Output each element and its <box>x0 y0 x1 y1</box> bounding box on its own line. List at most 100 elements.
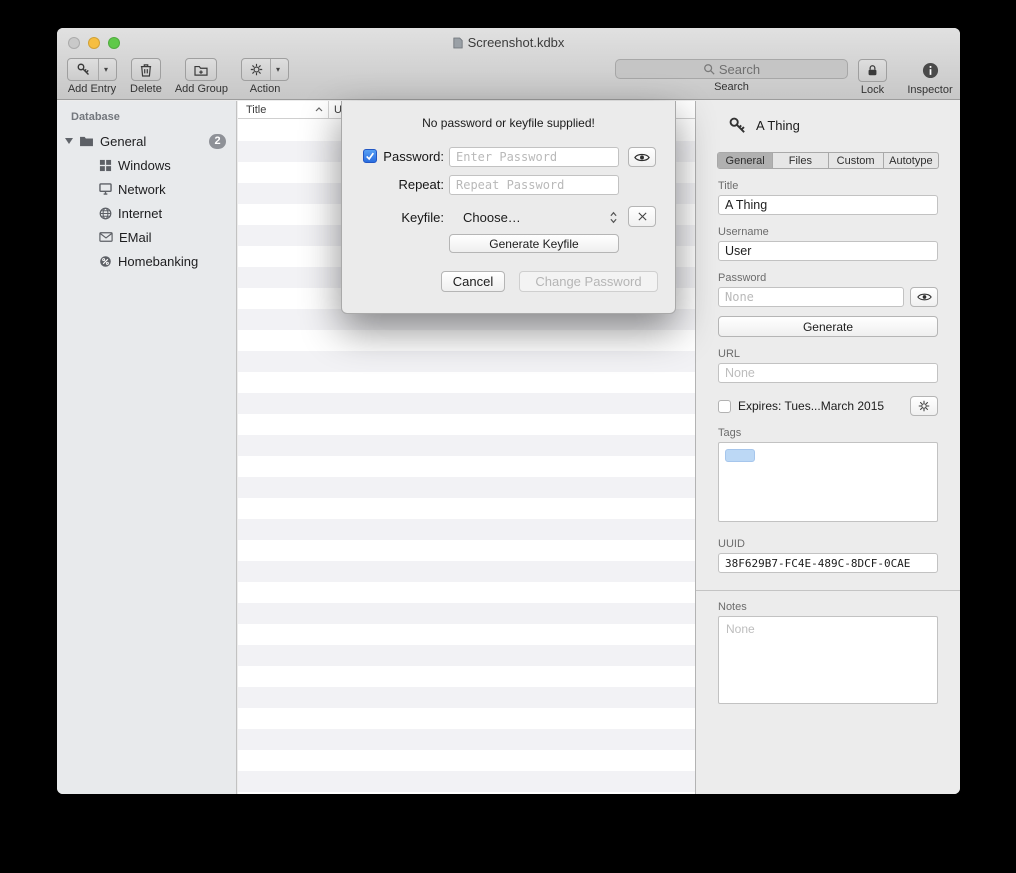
toolbar-search: Search Search <box>615 59 848 93</box>
url-field[interactable] <box>718 363 938 383</box>
sidebar-item-label: General <box>100 134 146 149</box>
username-field[interactable] <box>718 241 938 261</box>
folder-plus-icon <box>194 64 208 76</box>
notes-field[interactable]: None <box>718 616 938 704</box>
disclosure-triangle-icon[interactable] <box>65 138 73 144</box>
tag-chip[interactable] <box>725 449 755 462</box>
sort-ascending-icon <box>315 107 323 112</box>
inspector-panel: A Thing General Files Custom Autotype Ti… <box>695 101 960 794</box>
zoom-button[interactable] <box>108 37 120 49</box>
sidebar-item-label: Homebanking <box>118 254 198 269</box>
toolbar-label: Add Group <box>175 83 228 95</box>
entry-title: A Thing <box>756 118 800 133</box>
sidebar-item-label: Network <box>118 182 166 197</box>
reveal-password-button[interactable] <box>628 147 656 167</box>
document-proxy-icon <box>453 37 463 49</box>
section-divider <box>696 590 960 591</box>
keyfile-popup-value: Choose… <box>463 210 521 225</box>
inspector-toggle-button[interactable] <box>922 59 939 82</box>
sheet-message: No password or keyfile supplied! <box>342 116 675 130</box>
tags-label: Tags <box>718 427 938 439</box>
window-title-area: Screenshot.kdbx <box>453 35 565 50</box>
uuid-label: UUID <box>718 538 938 550</box>
sidebar: Database General 2 Windows <box>57 101 237 794</box>
sidebar-item-label: Windows <box>118 158 171 173</box>
password-field[interactable] <box>718 287 904 307</box>
folder-icon <box>79 135 94 147</box>
minimize-button[interactable] <box>88 37 100 49</box>
x-icon <box>637 211 648 222</box>
toolbar-lock: Lock <box>858 59 887 96</box>
sidebar-item-windows[interactable]: Windows <box>57 153 236 177</box>
toolbar-delete: Delete <box>130 58 162 95</box>
key-icon <box>728 116 747 135</box>
repeat-input[interactable] <box>449 175 619 195</box>
tab-custom[interactable]: Custom <box>828 153 883 168</box>
toolbar-inspector: Inspector <box>902 59 958 96</box>
expires-settings-button[interactable] <box>910 396 938 416</box>
toolbar-add-entry: ▾ Add Entry <box>67 58 117 95</box>
sidebar-item-internet[interactable]: Internet <box>57 201 236 225</box>
search-placeholder: Search <box>719 62 760 77</box>
delete-button[interactable] <box>131 58 161 81</box>
add-group-button[interactable] <box>185 58 217 81</box>
add-entry-button[interactable]: ▾ <box>67 58 117 81</box>
windows-icon <box>99 159 112 172</box>
clear-keyfile-button[interactable] <box>628 206 656 227</box>
url-label: URL <box>718 348 938 360</box>
lock-button[interactable] <box>858 59 887 82</box>
trash-icon <box>140 63 152 77</box>
toolbar-label: Action <box>250 83 281 95</box>
tab-files[interactable]: Files <box>772 153 827 168</box>
titlebar: Screenshot.kdbx <box>57 28 960 57</box>
reveal-password-button[interactable] <box>910 287 938 307</box>
password-input[interactable] <box>449 147 619 167</box>
window-title: Screenshot.kdbx <box>468 35 565 50</box>
toolbar-action: ▾ Action <box>241 58 289 95</box>
padlock-icon <box>867 64 878 77</box>
action-dropdown[interactable]: ▾ <box>270 59 280 80</box>
close-button[interactable] <box>68 37 80 49</box>
notes-label: Notes <box>718 601 938 613</box>
info-circle-icon <box>922 62 939 79</box>
sidebar-item-general[interactable]: General 2 <box>57 129 236 153</box>
eye-icon <box>634 152 650 163</box>
generate-password-button[interactable]: Generate <box>718 316 938 337</box>
expires-row: Expires: Tues...March 2015 <box>718 396 938 416</box>
globe-icon <box>99 207 112 220</box>
action-button[interactable]: ▾ <box>241 58 289 81</box>
column-header-title[interactable]: Title <box>238 101 328 118</box>
key-icon <box>76 62 91 77</box>
tab-autotype[interactable]: Autotype <box>883 153 938 168</box>
sidebar-section-header: Database <box>57 109 236 129</box>
percent-icon <box>99 255 112 268</box>
sidebar-item-email[interactable]: EMail <box>57 225 236 249</box>
eye-icon <box>917 292 932 302</box>
change-password-button[interactable]: Change Password <box>519 271 658 292</box>
network-icon <box>99 183 112 195</box>
tab-general[interactable]: General <box>718 153 772 168</box>
title-field[interactable] <box>718 195 938 215</box>
sidebar-item-label: Internet <box>118 206 162 221</box>
sidebar-item-network[interactable]: Network <box>57 177 236 201</box>
uuid-field[interactable] <box>718 553 938 573</box>
title-label: Title <box>718 180 938 192</box>
toolbar-label: Lock <box>861 84 884 96</box>
chevron-up-down-icon <box>610 211 617 224</box>
repeat-label: Repeat: <box>342 177 444 192</box>
cancel-button[interactable]: Cancel <box>441 271 505 292</box>
traffic-lights <box>68 37 120 49</box>
sidebar-item-homebanking[interactable]: Homebanking <box>57 249 236 273</box>
keyfile-popup[interactable]: Choose… <box>449 207 619 227</box>
add-entry-dropdown[interactable]: ▾ <box>98 59 108 80</box>
toolbar-label: Add Entry <box>68 83 116 95</box>
tags-field[interactable] <box>718 442 938 522</box>
window-content: Database General 2 Windows <box>57 101 960 794</box>
generate-keyfile-button[interactable]: Generate Keyfile <box>449 234 619 253</box>
password-label: Password <box>718 272 938 284</box>
change-password-sheet: No password or keyfile supplied! Passwor… <box>341 101 676 314</box>
expires-checkbox[interactable] <box>718 400 731 413</box>
envelope-icon <box>99 232 113 242</box>
search-input[interactable]: Search <box>615 59 848 79</box>
app-window: Screenshot.kdbx ▾ Add Entry <box>57 28 960 794</box>
